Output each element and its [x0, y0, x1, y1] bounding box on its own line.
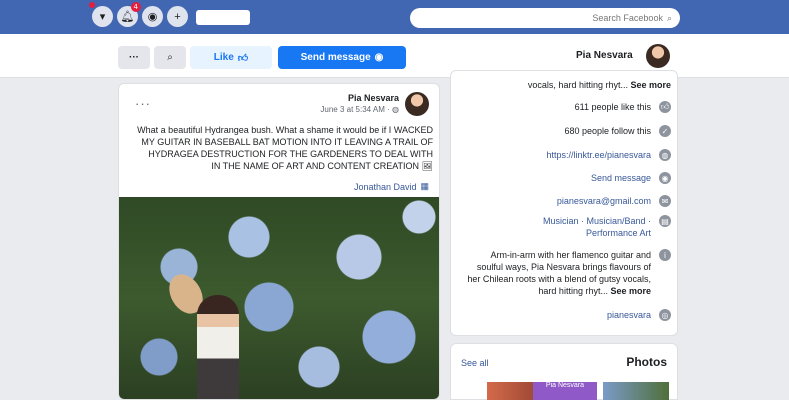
- thumbs-up-icon: 👍︎: [237, 52, 249, 64]
- post-card: ··· Pia Nesvara June 3 at 5:34 AM · ◍ Wh…: [118, 83, 440, 400]
- search-input[interactable]: Search Facebook ⌕: [410, 8, 680, 28]
- website-link[interactable]: https://linktr.ee/pianesvara: [546, 149, 651, 161]
- see-more-link[interactable]: See more: [630, 80, 671, 90]
- email-row: pianesvara@gmail.com ✉: [451, 195, 679, 207]
- globe-icon: ◍: [392, 105, 399, 114]
- messenger-icon: ◉: [147, 11, 158, 23]
- messenger-icon: ◉: [374, 52, 384, 63]
- thumbs-up-icon: 👍︎: [659, 101, 671, 113]
- notifications-button[interactable]: 🔔︎ 4: [117, 2, 141, 27]
- instagram-row: pianesvara ◎: [451, 309, 679, 321]
- photo-thumbnail[interactable]: Pia Nesvara: [533, 382, 597, 400]
- account-dot-badge: [89, 2, 95, 8]
- emoji-icon: 🖼︎: [421, 161, 433, 171]
- top-navigation-bar: ▾ 🔔︎ 4 ◉ + Search Facebook ⌕: [0, 0, 789, 34]
- photo-credit-name: Jonathan David: [353, 181, 417, 192]
- send-message-row: Send message ◉: [451, 172, 679, 184]
- search-icon: ⌕: [666, 12, 672, 23]
- post-author[interactable]: Pia Nesvara: [348, 93, 399, 103]
- intro-snippet-top: vocals, hard hitting rhyt... See more: [451, 79, 679, 91]
- like-page-button[interactable]: Like 👍︎: [190, 46, 272, 69]
- more-options-button[interactable]: ···: [118, 46, 150, 69]
- post-text-first: What a beautiful Hydrangea bush. What a …: [137, 125, 392, 135]
- follows-row: 680 people follow this ✓: [451, 125, 679, 137]
- likes-row: 611 people like this 👍︎: [451, 101, 679, 113]
- search-icon: ⌕: [167, 52, 173, 63]
- see-all-photos-link[interactable]: See all: [461, 358, 489, 368]
- photos-card: Photos See all Pia Nesvara: [450, 343, 678, 400]
- post-options-button[interactable]: ···: [135, 96, 151, 111]
- page-search-button[interactable]: ⌕: [154, 46, 186, 69]
- intro-card: vocals, hard hitting rhyt... See more 61…: [450, 70, 678, 336]
- mail-icon: ✉: [659, 195, 671, 207]
- like-label: Like: [213, 52, 234, 63]
- account-menu-button[interactable]: ▾: [89, 2, 113, 27]
- create-button[interactable]: +: [167, 6, 188, 27]
- follows-count: 680 people follow this: [564, 126, 651, 136]
- likes-count: 611 people like this: [574, 102, 651, 112]
- chevron-down-icon: ▾: [99, 11, 106, 23]
- photos-title: Photos: [626, 355, 667, 369]
- info-icon: i: [659, 249, 671, 261]
- photo-credit[interactable]: Jonathan David ▦: [354, 181, 429, 192]
- post-photo[interactable]: [119, 197, 439, 399]
- top-icons-group: ▾ 🔔︎ 4 ◉ +: [89, 2, 188, 27]
- messenger-button[interactable]: ◉: [142, 6, 163, 27]
- messenger-icon: ◉: [659, 172, 671, 184]
- tag-icon: ▤: [659, 215, 671, 227]
- see-more-link-2[interactable]: See more: [610, 286, 651, 296]
- plus-icon: +: [174, 10, 181, 23]
- send-message-button[interactable]: Send message ◉: [278, 46, 406, 69]
- send-message-link[interactable]: Send message: [591, 172, 651, 184]
- send-message-label: Send message: [300, 52, 371, 63]
- search-placeholder: Search Facebook: [592, 13, 663, 23]
- photo-thumbnail[interactable]: [603, 382, 669, 400]
- notification-count-badge: 4: [130, 2, 141, 12]
- category-links[interactable]: Musician · Musician/Band · Performance A…: [501, 215, 651, 239]
- email-link[interactable]: pianesvara@gmail.com: [557, 195, 651, 207]
- intro-row: Arm-in-arm with her flamenco guitar and …: [451, 249, 679, 297]
- instagram-icon: ◎: [659, 309, 671, 321]
- post-author-avatar[interactable]: [405, 92, 429, 116]
- post-timestamp[interactable]: June 3 at 5:34 AM · ◍: [320, 105, 399, 114]
- page-avatar[interactable]: [646, 44, 670, 68]
- camera-icon: ▦: [420, 181, 429, 191]
- instagram-link[interactable]: pianesvara: [607, 309, 651, 321]
- person-figure: [197, 295, 239, 399]
- globe-icon: ◍: [659, 149, 671, 161]
- category-row: Musician · Musician/Band · Performance A…: [451, 215, 679, 239]
- profile-name-redacted[interactable]: [196, 10, 250, 25]
- post-body: What a beautiful Hydrangea bush. What a …: [137, 124, 433, 172]
- intro-top-text: vocals, hard hitting rhyt...: [527, 80, 631, 90]
- website-row: https://linktr.ee/pianesvara ◍: [451, 149, 679, 161]
- follow-icon: ✓: [659, 125, 671, 137]
- page-title[interactable]: Pia Nesvara: [576, 50, 633, 61]
- timestamp-text: June 3 at 5:34 AM ·: [320, 105, 393, 114]
- bell-icon: 🔔︎: [120, 11, 135, 23]
